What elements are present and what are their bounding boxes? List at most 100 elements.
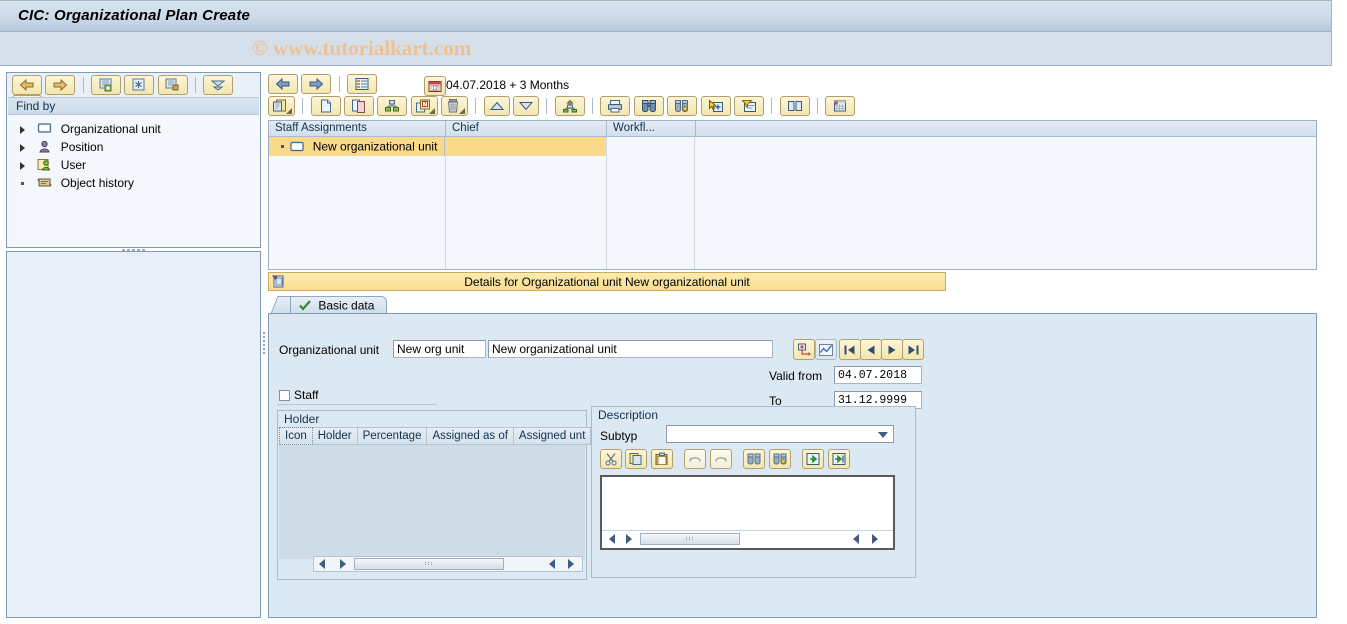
paste-button[interactable] [650,449,673,469]
create-button[interactable] [268,96,295,116]
scroll-page-right-button[interactable] [868,533,882,545]
holder-column-percentage[interactable]: Percentage [357,427,428,445]
holder-column-holder[interactable]: Holder [312,427,358,445]
org-unit-icon [290,141,305,153]
import-text-button[interactable] [802,449,825,469]
find-next-button[interactable] [667,96,698,116]
grid-column-staff-assignments[interactable]: Staff Assignments [269,121,446,137]
valid-from-input[interactable] [834,366,922,384]
basic-data-panel: Organizational unit Valid from To Staff [268,313,1317,618]
grid-cell-chief[interactable] [446,137,606,156]
last-record-button[interactable] [902,339,924,360]
move-up-button[interactable] [483,96,510,116]
description-scrollbar[interactable] [602,530,893,548]
scroll-left-button[interactable] [316,558,330,570]
staff-checkbox[interactable] [279,390,290,401]
cut-button[interactable] [600,449,622,469]
holder-table-body[interactable] [279,445,585,559]
org-unit-long-input[interactable] [488,340,773,358]
collapse-all-button[interactable] [203,75,234,95]
first-record-button[interactable] [839,339,861,360]
staff-assignments-grid[interactable]: Staff Assignments Chief Workfl... New orga… [268,120,1317,270]
toolbar-separator [475,98,477,114]
grid-column-chief[interactable]: Chief [446,121,607,137]
new-document-button[interactable] [310,96,341,116]
sidebar-lower-panel [6,251,261,618]
scrollbar-thumb[interactable] [354,558,504,570]
previous-record-button[interactable] [860,339,882,360]
layout-button[interactable] [779,96,810,116]
holder-caption: Holder [284,412,320,426]
calendar-icon-button[interactable]: 12 [424,76,446,96]
next-record-button[interactable] [881,339,903,360]
org-unit-icon [37,122,53,136]
scroll-right-button[interactable] [622,533,636,545]
print-button[interactable] [600,96,631,116]
delimit-button[interactable]: 7 [410,96,438,116]
scroll-page-left-button[interactable] [546,558,560,570]
find-next-button[interactable] [768,449,791,469]
toolbar-separator [82,77,84,93]
create-search-button[interactable] [91,75,122,95]
select-all-button[interactable] [700,96,731,116]
redo-button[interactable] [709,449,732,469]
scrollbar-thumb[interactable] [640,533,740,545]
description-text-area[interactable] [600,475,895,550]
chevron-down-icon[interactable] [878,432,888,438]
holder-column-icon[interactable]: Icon [279,427,313,445]
tab-strip: Basic data [268,296,1317,314]
search-button[interactable] [124,75,155,95]
watermark: © www.tutorialkart.com [252,36,472,60]
leaf-marker [277,137,287,156]
tab-basic-data[interactable]: Basic data [290,296,388,314]
leaf-marker [20,174,34,192]
holder-horizontal-scrollbar[interactable] [313,556,583,572]
report-button[interactable] [825,96,856,116]
sidebar-item-organizational-unit[interactable]: Organizational unit [8,119,259,137]
vertical-splitter[interactable] [262,330,266,360]
scroll-left-button[interactable] [606,533,620,545]
move-down-button[interactable] [513,96,540,116]
copy-button[interactable] [625,449,648,469]
grid-cell-staff-assignment[interactable]: New organizational unit [269,137,445,156]
expand-toggle[interactable] [20,156,34,174]
grid-column-workflow[interactable]: Workfl... [607,121,696,137]
main-toolbar-row-1 [268,74,378,96]
sidebar-item-position[interactable]: Position [8,137,259,155]
forward-button[interactable] [45,75,76,95]
delete-search-button[interactable] [157,75,188,95]
table-row[interactable]: New organizational unit [269,137,1316,156]
holder-column-assigned-until[interactable]: Assigned unt [513,427,592,445]
delete-button[interactable] [441,96,469,116]
sidebar-item-user[interactable]: User [8,155,259,173]
grid-column-divider [606,137,607,269]
org-unit-short-input[interactable] [393,340,486,358]
undo-button[interactable] [684,449,707,469]
scroll-page-right-button[interactable] [564,558,578,570]
relationship-button[interactable] [793,339,815,360]
find-button[interactable] [743,449,766,469]
scroll-page-left-button[interactable] [850,533,864,545]
expand-toggle[interactable] [20,138,34,156]
nav-forward-button[interactable] [301,74,332,94]
find-button[interactable] [633,96,664,116]
expand-toggle[interactable] [20,120,34,138]
copy-button[interactable] [344,96,375,116]
graphics-button[interactable] [815,339,837,360]
upload-structure-button[interactable] [554,96,585,116]
nav-back-button[interactable] [268,74,298,94]
valid-from-label: Valid from [769,369,823,383]
assign-button[interactable] [377,96,408,116]
description-text-value[interactable] [602,477,893,531]
sidebar-splitter[interactable] [8,236,259,251]
back-button[interactable] [12,75,42,95]
holder-column-assigned-as-of[interactable]: Assigned as of [427,427,514,445]
export-text-button[interactable] [827,449,850,469]
svg-text:7: 7 [423,102,426,108]
deselect-all-button[interactable] [733,96,764,116]
subtype-select[interactable] [666,425,894,443]
sidebar-item-object-history[interactable]: Object history [8,173,259,191]
validity-date-label: 04.07.2018 + 3 Months [446,78,570,92]
column-config-button[interactable] [347,74,378,94]
scroll-right-button[interactable] [336,558,350,570]
